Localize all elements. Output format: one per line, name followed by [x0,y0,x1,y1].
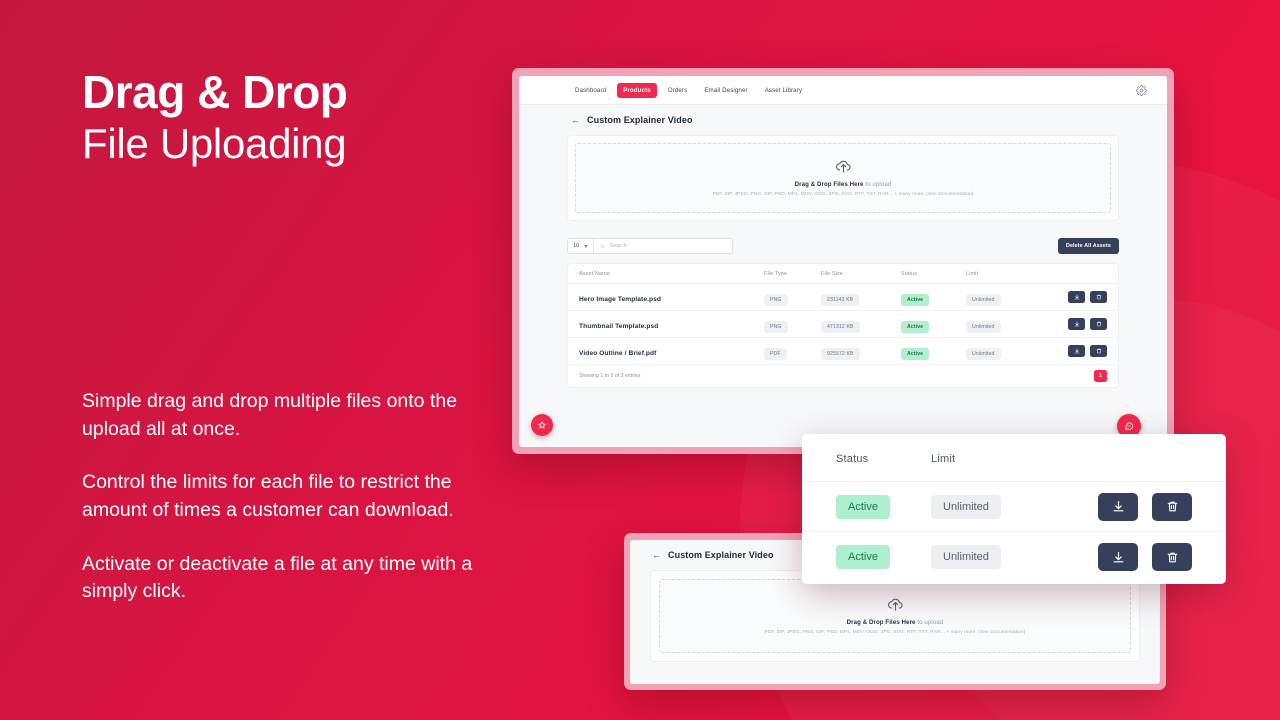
dropzone-title: Drag & Drop Files Here to upload [666,619,1124,626]
upload-card: Drag & Drop Files Here to upload PDF, ZI… [567,135,1119,221]
cell-asset-name: Hero Image Template.psd [579,296,662,303]
limit-badge: Unlimited [931,545,1001,569]
dropzone-formats: PDF, ZIP, JPEG, PNG, GIF, PSD, MP4, MOV,… [764,630,1026,635]
zoom-card-header-row: Status Limit [802,434,1226,482]
cell-limit: Unlimited [966,294,1001,306]
dropzone-secondary[interactable]: Drag & Drop Files Here to upload PDF, ZI… [659,579,1131,653]
cell-file-size: 231143 KB [821,294,860,306]
cell-limit: Unlimited [966,348,1001,360]
star-fab-button[interactable] [531,414,553,436]
back-arrow-icon[interactable]: ← [571,115,580,125]
limit-badge: Unlimited [931,494,1001,519]
cell-file-type: PDF [764,348,787,360]
hero-paragraph-3: Activate or deactivate a file at any tim… [82,552,473,603]
table-footer: Showing 1 to 3 of 3 entries 1 [568,365,1118,387]
page-title: Custom Explainer Video [587,115,693,125]
hero-headline-line2: File Uploading [82,120,347,168]
delete-button[interactable] [1152,543,1192,571]
dropzone-title-strong: Drag & Drop Files Here [794,181,864,188]
status-badge[interactable]: Active [901,294,930,306]
search-icon [600,244,605,249]
nav-item-dashboard[interactable]: Dashboard [569,83,612,98]
status-badge[interactable]: Active [901,348,930,360]
zoom-card-row[interactable]: Active Unlimited [802,532,1226,582]
status-badge[interactable]: Active [901,321,930,333]
page-header: ← Custom Explainer Video [519,105,1167,135]
download-button[interactable] [1068,291,1085,303]
delete-button[interactable] [1090,318,1107,330]
hero-headline-block: Drag & Drop File Uploading [82,68,492,171]
app-window-main: Dashboard Products Orders Email Designer… [512,68,1174,454]
zoom-column-header-status: Status [836,452,869,465]
status-badge[interactable]: Active [836,545,890,569]
zoom-column-header-limit: Limit [931,452,956,465]
download-button[interactable] [1068,345,1085,357]
table-row[interactable]: Hero Image Template.psd PNG 231143 KB Ac… [568,284,1118,311]
download-button[interactable] [1068,318,1085,330]
download-button[interactable] [1098,492,1138,521]
search-input[interactable]: Search [593,238,734,254]
promo-banner: Drag & Drop File Uploading Simple drag a… [0,0,1280,720]
chevron-down-icon [584,244,589,248]
pagination-page-1[interactable]: 1 [1094,370,1107,382]
table-row[interactable]: Thumbnail Template.psd PNG 471312 KB Act… [568,311,1118,338]
cell-file-type: PNG [764,294,788,306]
page-title: Custom Explainer Video [668,550,774,560]
page-size-value: 10 [573,243,580,249]
delete-button[interactable] [1152,492,1192,521]
dropzone-title-rest: to upload [863,181,892,188]
entries-count-text: Showing 1 to 3 of 3 entries [579,373,641,379]
dropzone-title-rest: to upload [915,619,944,626]
cell-asset-name: Video Outline / Brief.pdf [579,350,657,357]
dropzone[interactable]: Drag & Drop Files Here to upload PDF, ZI… [575,143,1111,213]
delete-button[interactable] [1090,345,1107,357]
hero-paragraph-2: Control the limits for each file to rest… [82,471,454,522]
back-arrow-icon[interactable]: ← [652,550,661,560]
download-button[interactable] [1098,543,1138,571]
column-header-file-type: File Type [764,270,788,277]
hero-headline-line1: Drag & Drop [82,66,348,118]
gear-icon[interactable] [1136,84,1147,96]
dropzone-formats: PDF, ZIP, JPEG, PNG, GIF, PSD, MP4, MOV,… [712,192,974,197]
table-toolbar: 10 Search Delete All Assets [567,238,1119,254]
delete-all-assets-button[interactable]: Delete All Assets [1057,238,1119,254]
assets-table: Asset Name File Type File Size Status Li… [567,263,1119,388]
nav-item-products[interactable]: Products [617,82,657,98]
column-header-status: Status [901,270,918,277]
nav-items: Dashboard Products Orders Email Designer… [569,82,808,98]
search-placeholder: Search [609,243,627,249]
status-badge[interactable]: Active [836,494,890,519]
dropzone-title-strong: Drag & Drop Files Here [846,619,916,626]
nav-item-orders[interactable]: Orders [662,83,694,98]
cell-file-size: 471312 KB [821,321,860,333]
zoomed-detail-card: Status Limit Active Unlimited Active Unl… [802,434,1226,584]
column-header-asset-name: Asset Name [579,270,610,277]
table-row[interactable]: Video Outline / Brief.pdf PDF 925572 KB … [568,338,1118,365]
column-header-file-size: File Size [821,270,843,277]
cell-asset-name: Thumbnail Template.psd [579,323,659,330]
app-navbar: Dashboard Products Orders Email Designer… [519,76,1167,105]
column-header-limit: Limit [966,270,979,277]
dropzone-title: Drag & Drop Files Here to upload [582,181,1104,188]
page-size-select[interactable]: 10 [567,238,594,254]
delete-button[interactable] [1090,291,1107,303]
zoom-card-row[interactable]: Active Unlimited [802,482,1226,532]
nav-item-email-designer[interactable]: Email Designer [698,83,753,98]
cell-file-size: 925572 KB [821,348,860,360]
hero-paragraph-1: Simple drag and drop multiple files onto… [82,390,458,440]
hero-body-copy: Simple drag and drop multiple files onto… [82,388,482,632]
page-content: Drag & Drop Files Here to upload PDF, ZI… [519,135,1167,388]
upload-cloud-icon [835,158,852,175]
cell-file-type: PNG [764,321,788,333]
upload-cloud-icon [887,596,904,613]
app-window-main-content: Dashboard Products Orders Email Designer… [519,76,1167,447]
table-header-row: Asset Name File Type File Size Status Li… [568,264,1118,284]
cell-limit: Unlimited [966,321,1001,333]
nav-item-asset-library[interactable]: Asset Library [759,83,808,98]
